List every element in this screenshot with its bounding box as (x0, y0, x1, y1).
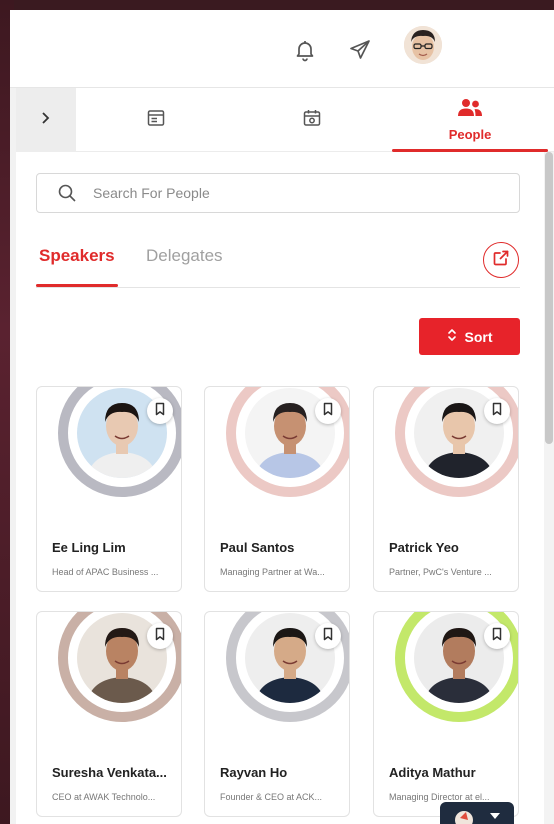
user-avatar[interactable] (404, 26, 442, 64)
bookmark-icon (491, 402, 503, 421)
speaker-role: Managing Partner at Wa... (220, 567, 325, 577)
speaker-role: Partner, PwC's Venture ... (389, 567, 492, 577)
speaker-card[interactable]: Rayvan Ho Founder & CEO at ACK... (204, 611, 350, 817)
subtab-speakers[interactable]: Speakers (39, 246, 115, 266)
sort-button[interactable]: Sort (419, 318, 520, 355)
bookmark-button[interactable] (315, 623, 341, 649)
speaker-name: Rayvan Ho (220, 765, 288, 780)
window-icon (146, 108, 166, 133)
speaker-card[interactable]: Paul Santos Managing Partner at Wa... (204, 386, 350, 592)
collapse-button[interactable] (16, 88, 76, 152)
bookmark-icon (322, 402, 334, 421)
scrollbar-thumb[interactable] (545, 152, 553, 444)
speaker-name: Paul Santos (220, 540, 295, 555)
speaker-card[interactable]: Suresha Venkata... CEO at AWAK Technolo..… (36, 611, 182, 817)
external-link-icon (492, 249, 510, 272)
bookmark-button[interactable] (484, 398, 510, 424)
chat-widget-button[interactable] (440, 802, 514, 824)
top-header (10, 10, 554, 88)
chevron-right-icon (39, 111, 53, 130)
export-button[interactable] (483, 242, 519, 278)
speaker-name: Ee Ling Lim (52, 540, 126, 555)
speaker-name: Aditya Mathur (389, 765, 476, 780)
bookmark-icon (322, 627, 334, 646)
bookmark-button[interactable] (147, 623, 173, 649)
panel-scrollbar[interactable] (544, 152, 554, 824)
speaker-card[interactable]: Aditya Mathur Managing Director at el... (373, 611, 519, 817)
bookmark-icon (154, 627, 166, 646)
speaker-name: Patrick Yeo (389, 540, 459, 555)
tab-info[interactable] (126, 88, 186, 152)
speaker-role: CEO at AWAK Technolo... (52, 792, 156, 802)
search-icon (57, 183, 77, 203)
bookmark-button[interactable] (484, 623, 510, 649)
tab-people[interactable]: People (392, 88, 548, 152)
sort-label: Sort (464, 328, 493, 345)
sort-icon (447, 328, 457, 345)
bookmark-icon (491, 627, 503, 646)
bell-icon[interactable] (293, 38, 317, 62)
bookmark-button[interactable] (147, 398, 173, 424)
tab-people-label: People (448, 127, 492, 142)
speaker-role: Head of APAC Business ... (52, 567, 159, 577)
subtab-delegates[interactable]: Delegates (146, 246, 223, 266)
speaker-role: Founder & CEO at ACK... (220, 792, 323, 802)
tab-agenda[interactable] (282, 88, 342, 152)
search-input[interactable] (93, 185, 473, 201)
calendar-icon (302, 108, 322, 133)
bookmark-button[interactable] (315, 398, 341, 424)
people-icon (457, 98, 483, 123)
speaker-card[interactable]: Ee Ling Lim Head of APAC Business ... (36, 386, 182, 592)
speaker-card[interactable]: Patrick Yeo Partner, PwC's Venture ... (373, 386, 519, 592)
people-panel: People Speakers Delegates (16, 88, 554, 824)
subtab-active-indicator (36, 284, 118, 287)
send-icon[interactable] (348, 38, 372, 62)
speaker-name: Suresha Venkata... (52, 765, 167, 780)
search-box[interactable] (36, 173, 520, 213)
speaker-role: Managing Director at el... (389, 792, 490, 802)
backdrop-top (0, 0, 554, 10)
tab-active-indicator (392, 149, 548, 152)
panel-tabbar: People (16, 88, 554, 152)
people-subtabs: Speakers Delegates (36, 238, 520, 288)
bookmark-icon (154, 402, 166, 421)
